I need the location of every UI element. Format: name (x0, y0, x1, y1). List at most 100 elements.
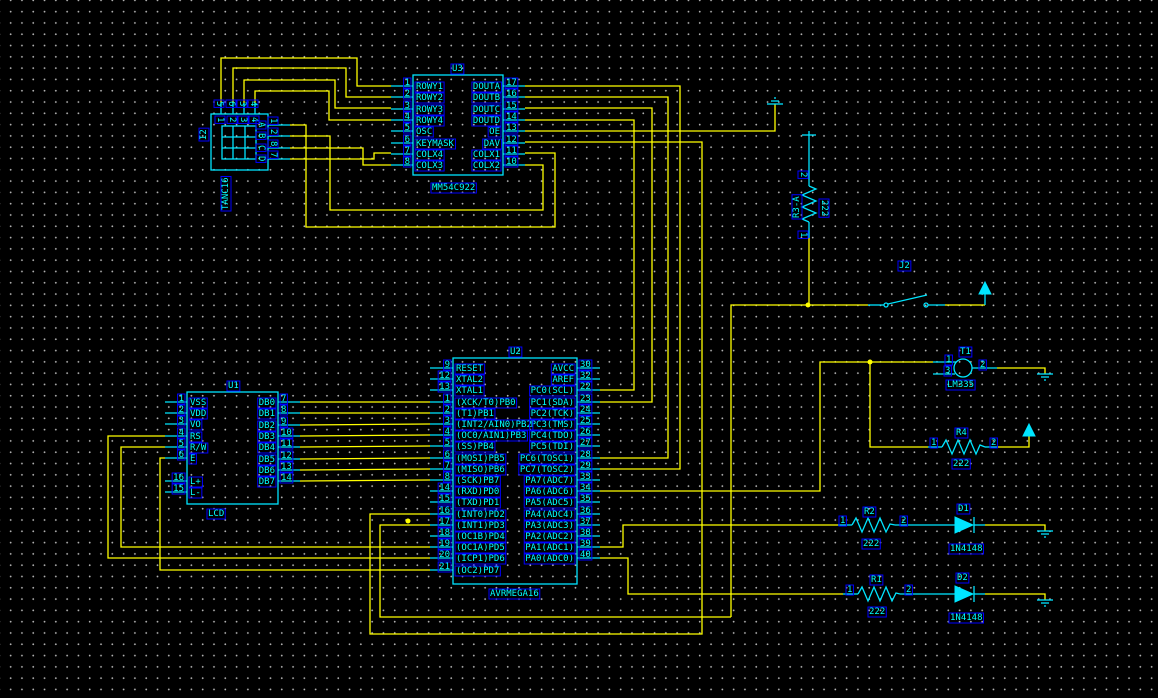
pin-name: DB2 (259, 421, 275, 431)
pin-name: (OC1A)PD5 (456, 543, 505, 553)
pin-number: 11 (281, 439, 292, 449)
pin-number: 16 (439, 506, 450, 516)
pin-number: 14 (281, 473, 292, 483)
chips: U3MM54C9221 ROWY12 ROWY23 ROWY34 ROWY45 OSC6 K… (165, 64, 600, 599)
pin-number: 1 (179, 394, 184, 404)
pin-name: PC3(TMS) (531, 420, 574, 430)
d1-part: 1N4148 (950, 544, 983, 554)
keypad-inner-label: 3 (238, 117, 248, 122)
pin-number: 30 (580, 360, 591, 370)
t1-part: LM335 (947, 380, 974, 390)
wire (600, 557, 843, 595)
wire (869, 362, 928, 448)
pin-name: RS (190, 432, 201, 442)
pin-name: KEYMASK (416, 139, 455, 149)
wire (299, 423, 431, 426)
chip-ref: U1 (228, 381, 239, 391)
pin-number: 38 (580, 528, 591, 538)
diode-icon (954, 585, 975, 603)
pin-name: ROWY1 (416, 82, 443, 92)
pin-name: PA7(ADC7) (525, 476, 574, 486)
pin-number: 7 (281, 394, 286, 404)
pin-name: XTAL1 (456, 386, 483, 396)
pin-number: 15 (439, 494, 450, 504)
pin-number: 7 (405, 146, 410, 156)
pin-number: 8 (281, 405, 286, 415)
pin-name: VO (190, 420, 201, 430)
pin-name: DB0 (259, 398, 275, 408)
pin-name: (MISO)PB6 (456, 465, 505, 475)
wire (299, 468, 431, 471)
pin-number: 26 (580, 427, 591, 437)
junction-dot (405, 518, 411, 524)
pin-name: (INT0)PD2 (456, 510, 505, 520)
r4-pin1: 1 (931, 438, 936, 448)
pin-name: PA5(ADC5) (525, 498, 574, 508)
pin-number: 18 (439, 528, 450, 538)
pin-name: DB4 (259, 443, 275, 453)
pin-name: L- (190, 488, 201, 498)
r3-pin2: 2 (798, 172, 808, 177)
pin-name: DB5 (259, 455, 275, 465)
pin-number: 14 (506, 112, 517, 122)
r2-ref: R2 (864, 507, 875, 517)
keypad-inner-label: A (256, 122, 266, 128)
resistor-r1[interactable]: R1 222 1 2 (843, 575, 940, 617)
switch-j2[interactable]: J2 (868, 261, 992, 308)
pin-number: 8 (445, 472, 450, 482)
pin-number: 6 (405, 135, 410, 145)
sensor-icon (953, 358, 973, 378)
pin-name: (SCK)PB7 (456, 476, 499, 486)
pin-name: DB6 (259, 466, 275, 476)
keypad-inner-label: D (256, 156, 266, 161)
wire (600, 524, 838, 548)
keypad-inner-label: 1 (215, 117, 225, 122)
pin-name: OSC (416, 127, 432, 137)
pin-name: PC5(TDI) (531, 442, 574, 452)
pin-name: PC2(TCK) (531, 409, 574, 419)
pin-name: (TXD)PD1 (456, 498, 499, 508)
pin-number: 17 (439, 517, 450, 527)
keypad-ref: I2 (199, 129, 209, 140)
pin-number: 13 (281, 462, 292, 472)
pin-number: 29 (580, 461, 591, 471)
wire (998, 436, 1030, 448)
pin-number: 17 (506, 78, 517, 88)
keypad-pin-number: 2 (268, 129, 278, 134)
pin-name: DOUTA (473, 82, 501, 92)
r1-pin1: 1 (847, 585, 852, 595)
diode-d1[interactable]: D1 1N4148 (940, 504, 985, 554)
ground-symbols (767, 97, 1053, 607)
pin-name: E (190, 454, 195, 464)
d2-part: 1N4148 (950, 613, 983, 623)
pin-name: ROWY4 (416, 116, 443, 126)
pin-number: 23 (580, 394, 591, 404)
pin-name: PC4(TDO) (531, 431, 574, 441)
pin-number: 4 (179, 428, 184, 438)
resistor-r2[interactable]: R2 222 1 2 (838, 507, 940, 549)
junction-dot (805, 302, 811, 308)
sensor-t1[interactable]: T1 1 3 2 LM335 (933, 347, 997, 390)
pin-number: 35 (580, 494, 591, 504)
r2-value: 222 (863, 539, 879, 549)
chip-part: AVRMEGA16 (490, 589, 539, 599)
r1-ref: R1 (871, 575, 882, 585)
pin-number: 8 (405, 157, 410, 167)
resistor-icon (800, 185, 818, 223)
pin-number: 33 (580, 472, 591, 482)
wire (985, 524, 1046, 531)
diode-d2[interactable]: D2 1N4148 (940, 573, 985, 623)
schematic-canvas[interactable]: U3MM54C9221 ROWY12 ROWY23 ROWY34 ROWY45 OSC6 K… (0, 0, 1158, 698)
pin-name: COLX3 (416, 161, 443, 171)
resistor-r3a[interactable]: R3-A 222 2 1 (792, 131, 829, 238)
junction-dot (867, 359, 873, 365)
pin-name: VSS (190, 398, 206, 408)
pin-name: DOUTC (473, 105, 500, 115)
d2-ref: D2 (957, 573, 968, 583)
resistor-icon (941, 438, 986, 456)
chip-ref: U2 (510, 347, 521, 357)
pin-number: 1 (405, 78, 410, 88)
keypad-grid (221, 125, 257, 160)
pin-number: 12 (439, 371, 450, 381)
wire (525, 119, 635, 391)
